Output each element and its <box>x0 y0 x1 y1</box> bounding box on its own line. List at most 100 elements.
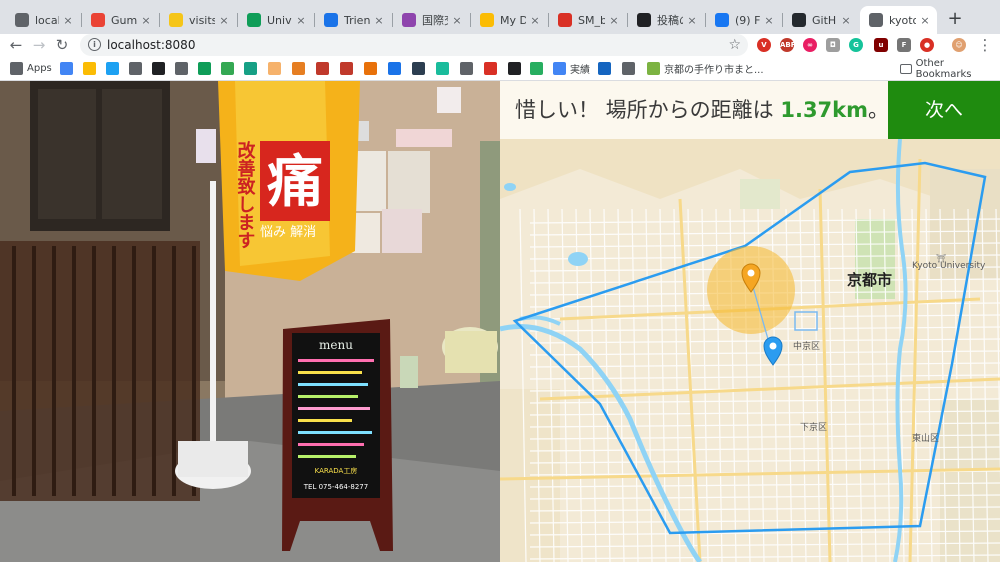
browser-tab[interactable]: localho× <box>6 6 80 34</box>
browser-tab[interactable]: 国際交流× <box>393 6 469 34</box>
photo-illustration: 痛 改善致します 悩み 解消 menu KARADA工房 TEL 075-464… <box>0 81 500 562</box>
browser-tab[interactable]: (9) Fac× <box>706 6 781 34</box>
bookmark-item[interactable] <box>129 61 146 76</box>
close-icon[interactable]: × <box>686 14 698 27</box>
bookmark-item[interactable] <box>340 61 357 76</box>
camera-extension-icon[interactable]: ◘ <box>826 38 840 52</box>
bookmark-item[interactable] <box>221 61 238 76</box>
ward-nakagyo-label: 中京区 <box>793 342 821 352</box>
bookmark-item[interactable] <box>598 61 615 76</box>
keyboard-icon <box>622 62 635 75</box>
bookmark-label: 京都の手作り市まと... <box>664 65 764 76</box>
link-extension-icon[interactable]: ∞ <box>803 38 817 52</box>
close-icon[interactable]: × <box>608 14 620 27</box>
close-icon[interactable]: × <box>373 14 385 27</box>
tab-title: Trienna <box>344 13 370 27</box>
bookmark-item[interactable] <box>436 61 453 76</box>
close-icon[interactable]: × <box>529 14 541 27</box>
close-icon[interactable]: × <box>840 14 852 27</box>
apps-grid-icon <box>10 62 23 75</box>
close-icon[interactable]: × <box>218 14 230 27</box>
url-text[interactable]: localhost:8080 <box>107 34 195 56</box>
tab-title: (9) Fac <box>735 13 760 27</box>
tab-title: 投稿の新 <box>657 14 683 27</box>
bookmark-item[interactable]: 京都の手作り市まと... <box>647 61 764 76</box>
google-drive-icon <box>480 13 494 27</box>
google-drive-icon <box>83 62 96 75</box>
close-icon[interactable]: × <box>62 14 74 27</box>
tab-title: SM_boo <box>578 13 605 27</box>
browser-tab[interactable]: 投稿の新× <box>628 6 704 34</box>
close-icon[interactable]: × <box>763 14 775 27</box>
back-arrow-icon[interactable]: ← <box>6 34 26 56</box>
browser-tab[interactable]: SM_boo× <box>549 6 626 34</box>
bookmark-item[interactable] <box>106 61 123 76</box>
bookmark-item[interactable] <box>364 61 381 76</box>
site-info-icon[interactable]: i <box>88 38 101 51</box>
browser-tab[interactable]: GitHub× <box>783 6 858 34</box>
globe-icon <box>175 62 188 75</box>
other-bookmarks[interactable]: Other Bookmarks <box>900 58 1000 80</box>
bookmark-item[interactable] <box>530 61 547 76</box>
browser-tab[interactable]: Gumroa× <box>82 6 158 34</box>
bookmark-item[interactable]: Apps <box>10 61 52 76</box>
bookmark-item[interactable] <box>484 61 501 76</box>
next-button[interactable]: 次へ <box>888 81 1000 139</box>
browser-tab[interactable]: visits -× <box>160 6 236 34</box>
browser-tab[interactable]: kyoto_g× <box>860 6 937 34</box>
bookmark-item[interactable] <box>388 61 405 76</box>
adblock-extension-icon[interactable]: ABP <box>780 38 796 52</box>
muji-icon <box>340 62 353 75</box>
tab-title: 国際交流 <box>422 14 448 27</box>
grammarly-extension-icon[interactable]: G <box>849 38 863 52</box>
globe-icon <box>129 62 142 75</box>
bookmark-item[interactable]: 実績 <box>553 61 590 76</box>
bookmark-label: Apps <box>27 63 52 74</box>
orange-box-icon <box>292 62 305 75</box>
other-bookmarks-label: Other Bookmarks <box>915 57 972 80</box>
f-extension-icon[interactable]: F <box>897 38 911 52</box>
bookmark-item[interactable] <box>244 61 261 76</box>
address-bar[interactable]: i localhost:8080 ☆ <box>80 34 748 56</box>
bookmark-item[interactable] <box>152 61 169 76</box>
tab-title: GitHub <box>812 13 837 27</box>
map-panel: 惜しい！ 場所からの距離は 1.37km。 次へ ⛩ 京都市 Kyoto Uni… <box>500 81 1000 562</box>
close-icon[interactable]: × <box>451 14 463 27</box>
profile-avatar[interactable]: ☺ <box>952 38 966 52</box>
close-icon[interactable]: × <box>295 14 307 27</box>
result-message: 惜しい！ 場所からの距離は 1.37km。 <box>515 81 889 139</box>
reload-icon[interactable]: ↻ <box>52 34 72 56</box>
bookmark-item[interactable] <box>460 61 477 76</box>
w-green-icon <box>244 62 257 75</box>
forward-arrow-icon[interactable]: → <box>29 34 49 56</box>
close-icon[interactable]: × <box>919 14 931 27</box>
ublock-extension-icon[interactable]: u <box>874 38 888 52</box>
menu-dots-icon[interactable]: ⋮ <box>975 34 995 56</box>
up-icon <box>221 62 234 75</box>
vivaldi-extension-icon[interactable]: V <box>757 38 771 52</box>
new-tab-button[interactable]: + <box>944 8 966 30</box>
arrow-box-icon <box>598 62 611 75</box>
red-extension-icon[interactable]: ● <box>920 38 934 52</box>
bookmark-item[interactable] <box>268 61 285 76</box>
bookmark-item[interactable] <box>412 61 429 76</box>
banner-text: 改善致します <box>235 140 256 249</box>
bookmark-item[interactable] <box>175 61 192 76</box>
close-icon[interactable]: × <box>140 14 152 27</box>
bookmark-item[interactable] <box>292 61 309 76</box>
browser-tab[interactable]: Trienna× <box>315 6 391 34</box>
bookmark-star-icon[interactable]: ☆ <box>728 34 741 56</box>
bookmark-item[interactable] <box>198 61 215 76</box>
kyoto-map[interactable]: ⛩ 京都市 Kyoto University 中京区 下京区 東山区 <box>500 138 1000 562</box>
blue-globe-icon <box>388 62 401 75</box>
browser-tab[interactable]: Univers× <box>238 6 313 34</box>
bookmark-item[interactable] <box>316 61 333 76</box>
bookmark-item[interactable] <box>83 61 100 76</box>
bookmark-item[interactable] <box>60 61 77 76</box>
bookmark-label: 実績 <box>570 65 590 76</box>
gumroad-icon <box>91 13 105 27</box>
tab-title: kyoto_g <box>889 13 916 27</box>
bookmark-item[interactable] <box>622 61 639 76</box>
bookmark-item[interactable] <box>508 61 525 76</box>
browser-tab[interactable]: My Driv× <box>471 6 547 34</box>
